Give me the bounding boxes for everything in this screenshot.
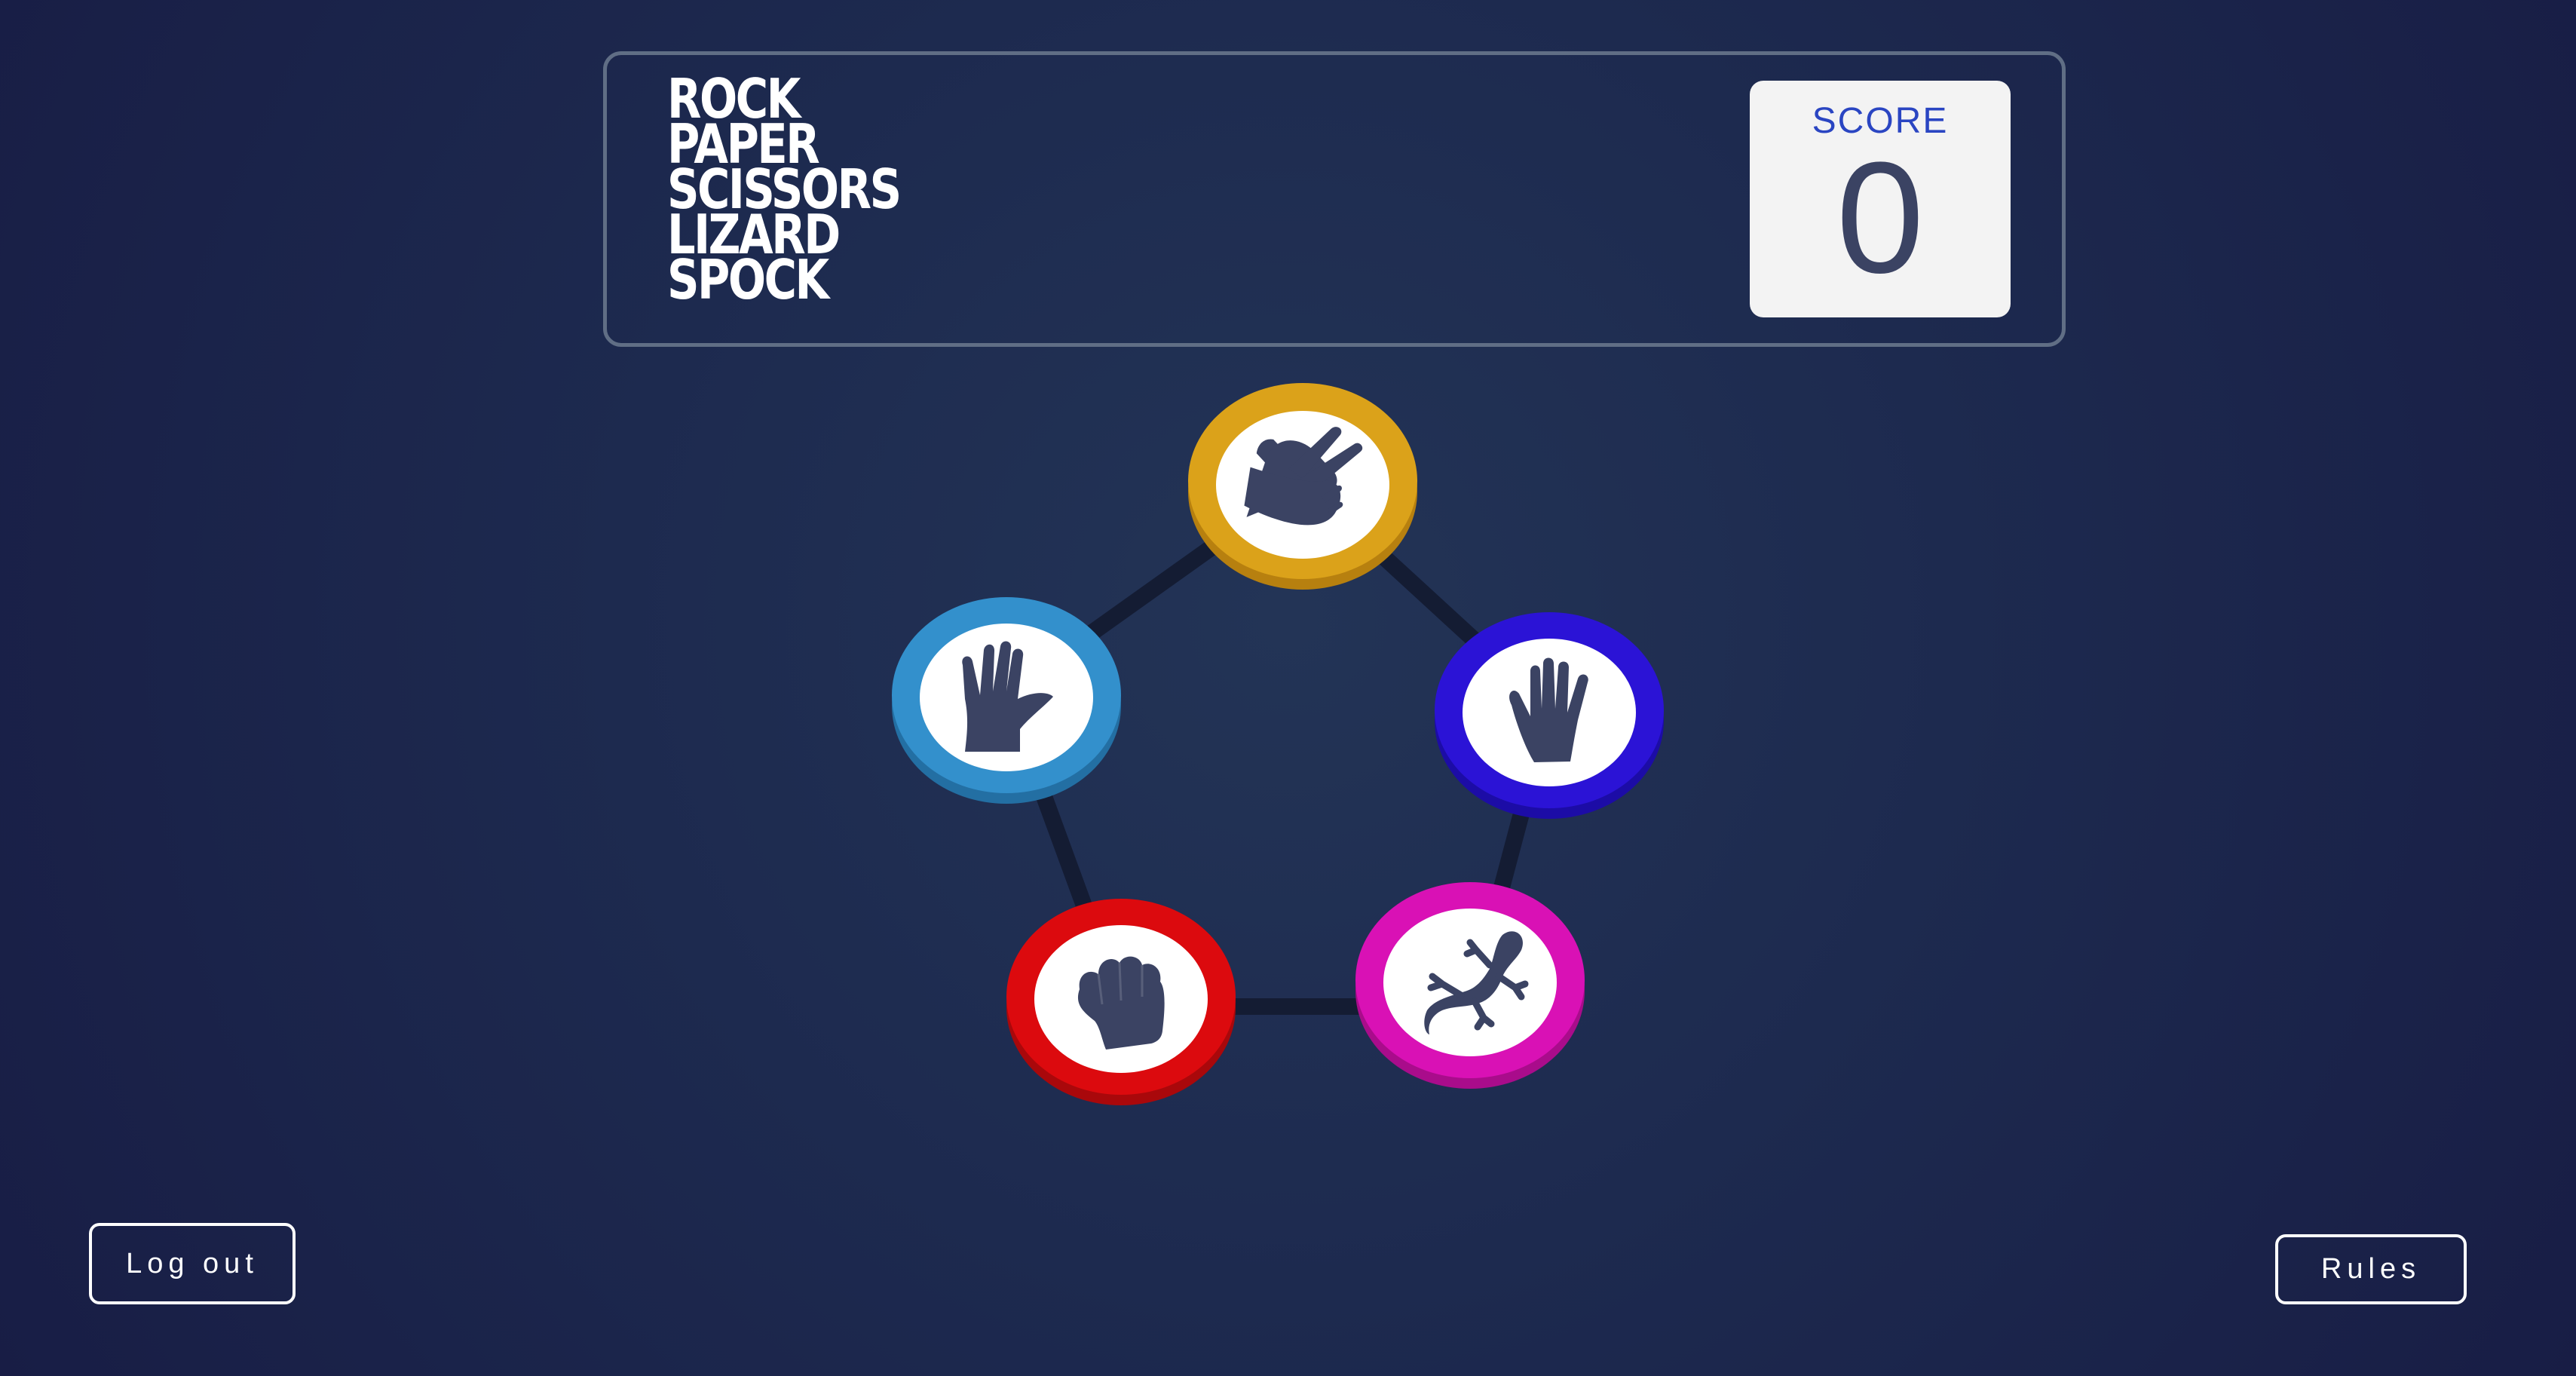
logout-button[interactable]: Log out [89,1223,296,1304]
choice-lizard[interactable] [1355,882,1585,1089]
choice-spock[interactable] [892,597,1121,804]
rules-button[interactable]: Rules [2275,1234,2467,1304]
choice-board [892,383,1664,1105]
lizard-token-face [1383,909,1557,1056]
choice-scissors[interactable] [1188,383,1417,590]
choice-rock[interactable] [1006,899,1236,1105]
choice-paper[interactable] [1435,612,1664,819]
